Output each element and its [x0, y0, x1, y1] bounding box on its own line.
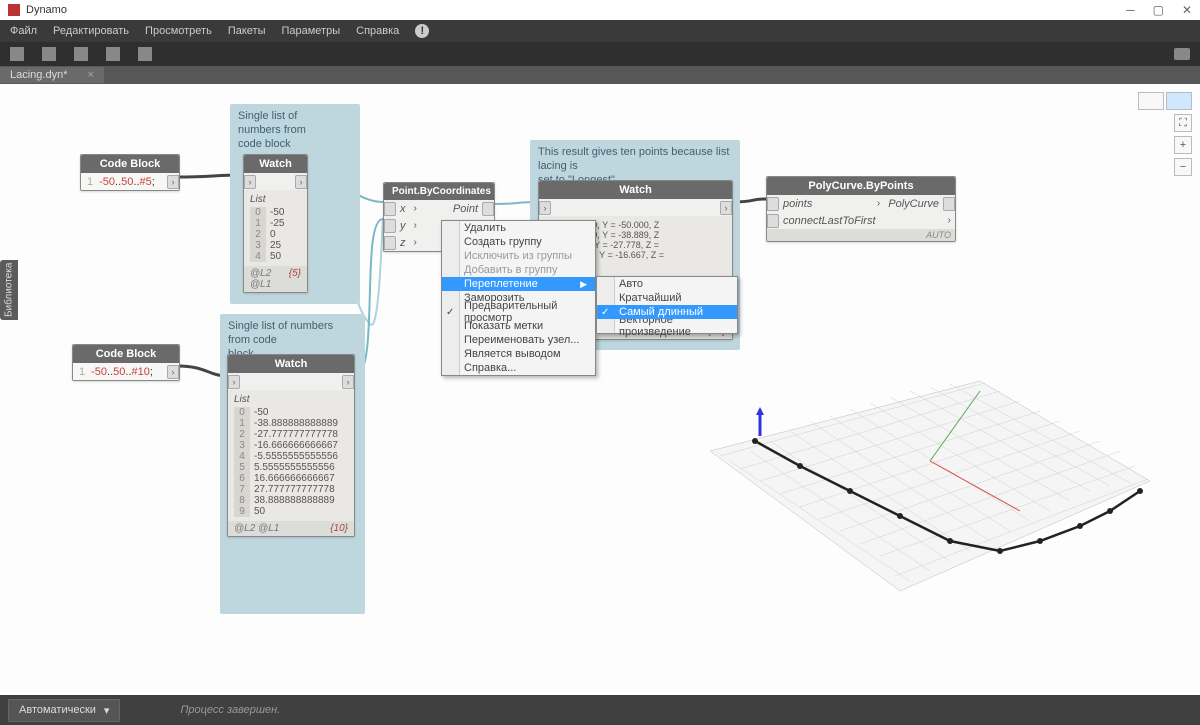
- node-title: Watch: [539, 181, 732, 199]
- info-icon[interactable]: !: [415, 24, 429, 38]
- node-watch-1[interactable]: Watch › › List 0-50 1-25 20 325 450 @L2 …: [243, 154, 308, 293]
- output-port[interactable]: ›: [720, 201, 732, 215]
- input-port[interactable]: ›: [539, 201, 551, 215]
- menu-is-output[interactable]: Является выводом: [442, 347, 595, 361]
- context-menu: Удалить Создать группу Исключить из груп…: [441, 220, 596, 376]
- node-code-block-1[interactable]: Code Block 1-50..50..#5; ›: [80, 154, 180, 191]
- node-title: Watch: [244, 155, 307, 173]
- menu-options[interactable]: Параметры: [281, 25, 340, 37]
- run-mode-dropdown[interactable]: Автоматически▾: [8, 699, 120, 722]
- 3d-preview[interactable]: [700, 331, 1160, 661]
- close-button[interactable]: ✕: [1182, 3, 1192, 17]
- input-port[interactable]: ›: [228, 375, 240, 389]
- menu-show-labels[interactable]: Показать метки: [442, 319, 595, 333]
- watch-output: List 0-50 1-25 20 325 450: [244, 190, 307, 266]
- submenu-shortest[interactable]: Кратчайший: [597, 291, 737, 305]
- input-port-points[interactable]: [767, 197, 779, 211]
- group-label: Single list of numbers from code block: [238, 110, 352, 151]
- menu-add-to-group: Добавить в группу: [442, 263, 595, 277]
- menu-exclude-group: Исключить из группы: [442, 249, 595, 263]
- viewport-controls: ⛶ + −: [1138, 92, 1192, 176]
- tab-label: Lacing.dyn*: [10, 69, 68, 81]
- input-port-connectlast[interactable]: [767, 214, 779, 228]
- menubar: Файл Редактировать Просмотреть Пакеты Па…: [0, 20, 1200, 42]
- fit-view-icon[interactable]: ⛶: [1174, 114, 1192, 132]
- minimize-button[interactable]: ─: [1126, 3, 1135, 17]
- input-port-y[interactable]: [384, 219, 396, 233]
- output-port[interactable]: [943, 197, 955, 211]
- node-title: Point.ByCoordinates: [384, 183, 494, 200]
- menu-view[interactable]: Просмотреть: [145, 25, 212, 37]
- screenshot-icon[interactable]: [1174, 48, 1190, 60]
- menu-file[interactable]: Файл: [10, 25, 37, 37]
- submenu-auto[interactable]: Авто: [597, 277, 737, 291]
- open-file-icon[interactable]: [42, 47, 56, 61]
- redo-icon[interactable]: [138, 47, 152, 61]
- output-port[interactable]: ›: [342, 375, 354, 389]
- undo-icon[interactable]: [106, 47, 120, 61]
- menu-preview[interactable]: ✓Предварительный просмотр: [442, 305, 595, 319]
- menu-lacing[interactable]: Переплетение▶: [442, 277, 595, 291]
- app-logo-icon: [8, 4, 20, 16]
- zoom-in-button[interactable]: +: [1174, 136, 1192, 154]
- geometry-view-icon[interactable]: [1138, 92, 1164, 110]
- status-text: Процесс завершен.: [180, 704, 280, 716]
- output-port[interactable]: ›: [295, 175, 307, 189]
- submenu-longest[interactable]: ✓Самый длинный: [597, 305, 737, 319]
- menu-packages[interactable]: Пакеты: [228, 25, 266, 37]
- library-tab[interactable]: Библиотека: [0, 260, 18, 320]
- output-port[interactable]: ›: [167, 365, 179, 379]
- input-port-x[interactable]: [384, 202, 396, 216]
- code-line[interactable]: 1-50..50..#5;: [81, 174, 167, 190]
- menu-rename-node[interactable]: Переименовать узел...: [442, 333, 595, 347]
- file-tabs: Lacing.dyn* ×: [0, 66, 1200, 84]
- input-port-z[interactable]: [384, 236, 396, 250]
- lacing-indicator: AUTO: [767, 229, 955, 241]
- titlebar: Dynamo ─ ▢ ✕: [0, 0, 1200, 20]
- menu-delete[interactable]: Удалить: [442, 221, 595, 235]
- menu-create-group[interactable]: Создать группу: [442, 235, 595, 249]
- tab-close-icon[interactable]: ×: [88, 69, 94, 81]
- graph-canvas[interactable]: Библиотека ⛶ + − Single list of numbers …: [0, 84, 1200, 691]
- graph-view-icon[interactable]: [1166, 92, 1192, 110]
- code-line[interactable]: 1-50..50..#10;: [73, 364, 167, 380]
- save-icon[interactable]: [74, 47, 88, 61]
- file-tab[interactable]: Lacing.dyn* ×: [0, 67, 104, 83]
- statusbar: Автоматически▾ Процесс завершен.: [0, 695, 1200, 725]
- node-code-block-2[interactable]: Code Block 1-50..50..#10; ›: [72, 344, 180, 381]
- node-title: Code Block: [73, 345, 179, 363]
- chevron-down-icon: ▾: [104, 704, 110, 717]
- toolbar: [0, 42, 1200, 66]
- new-file-icon[interactable]: [10, 47, 24, 61]
- output-port[interactable]: ›: [167, 175, 179, 189]
- node-title: Code Block: [81, 155, 179, 173]
- watch-output: List 0-50 1-38.888888888889 2-27.7777777…: [228, 390, 354, 521]
- zoom-out-button[interactable]: −: [1174, 158, 1192, 176]
- input-port[interactable]: ›: [244, 175, 256, 189]
- menu-edit[interactable]: Редактировать: [53, 25, 129, 37]
- maximize-button[interactable]: ▢: [1153, 3, 1164, 17]
- node-title: Watch: [228, 355, 354, 373]
- menu-help[interactable]: Справка: [356, 25, 399, 37]
- lacing-submenu: Авто Кратчайший ✓Самый длинный Векторное…: [596, 276, 738, 334]
- node-title: PolyCurve.ByPoints: [767, 177, 955, 195]
- node-polycurve-bypoints[interactable]: PolyCurve.ByPoints points › PolyCurve co…: [766, 176, 956, 242]
- app-title: Dynamo: [26, 4, 67, 16]
- menu-help[interactable]: Справка...: [442, 361, 595, 375]
- output-port[interactable]: [482, 202, 494, 216]
- node-watch-2[interactable]: Watch › › List 0-50 1-38.888888888889 2-…: [227, 354, 355, 537]
